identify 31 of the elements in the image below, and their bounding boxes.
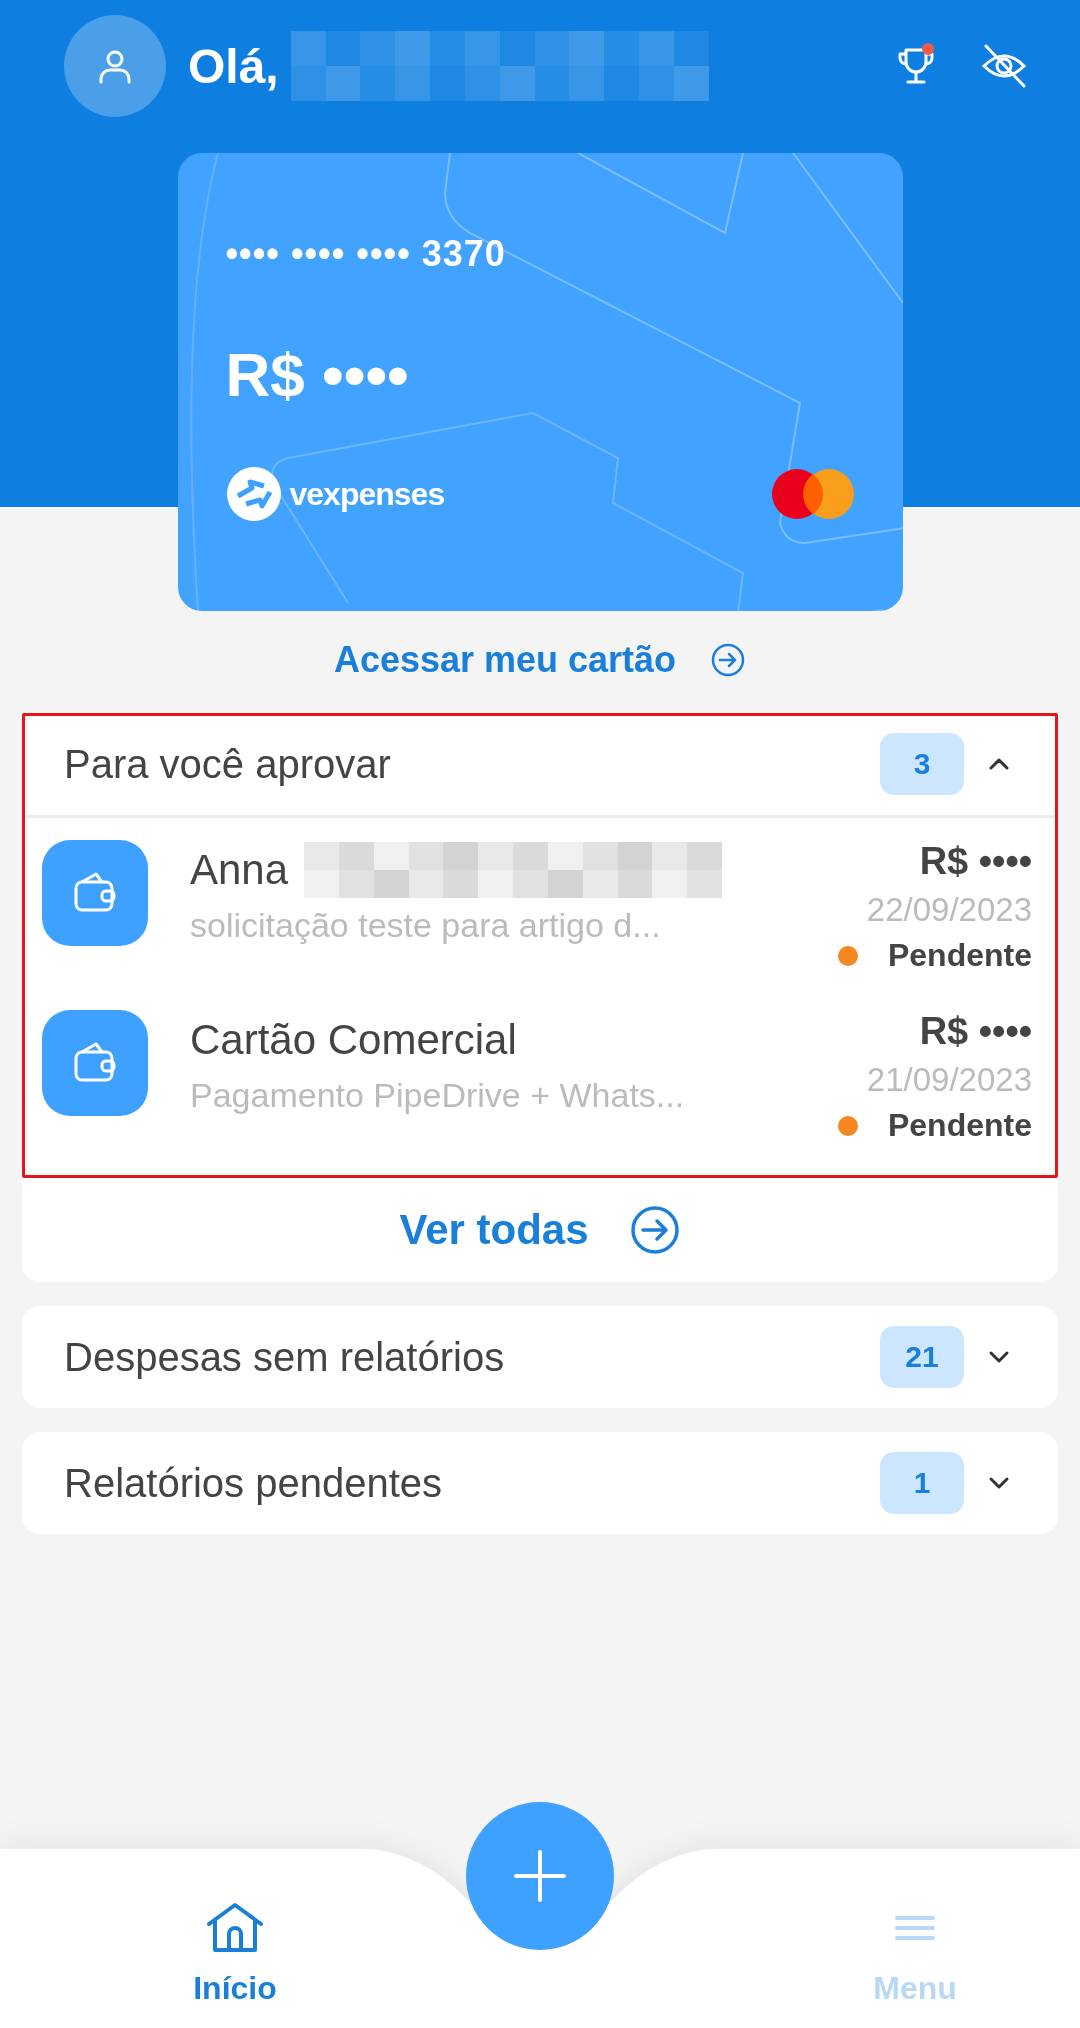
- status-text: Pendente: [887, 937, 1032, 974]
- card-network-icon: [770, 468, 855, 520]
- section-header[interactable]: Para você aprovar 3: [22, 713, 1058, 815]
- count-badge: 1: [880, 1452, 964, 1514]
- item-amount: R$ ••••: [919, 840, 1032, 883]
- brand-name: vexpenses: [289, 475, 445, 513]
- approval-item[interactable]: Anna solicitação teste para artigo d... R$ •••• 22/09/2023 Pendente: [22, 818, 1058, 988]
- wallet-icon: [42, 1010, 148, 1116]
- greeting-text: Olá,: [188, 38, 279, 94]
- logo-icon: [225, 466, 282, 522]
- approval-item[interactable]: Cartão Comercial Pagamento PipeDrive + Whats... R$ •••• 21/09/2023 Pendente: [22, 988, 1058, 1178]
- count-badge: 3: [880, 733, 964, 795]
- requester-name: Anna: [190, 846, 289, 894]
- wallet-icon: [42, 840, 148, 946]
- section-header[interactable]: Despesas sem relatórios 21: [22, 1306, 1058, 1408]
- card-link[interactable]: Acessar meu cartão: [333, 639, 747, 681]
- status-text: Pendente: [887, 1107, 1032, 1144]
- arrow-circle-icon: [628, 1204, 681, 1256]
- count-badge: 21: [880, 1326, 964, 1388]
- item-description: solicitação teste para artigo d...: [190, 906, 662, 945]
- nav-tab[interactable]: Início: [150, 1899, 320, 2008]
- item-date: 21/09/2023: [866, 1061, 1032, 1099]
- card-number: •••• •••• •••• 3370: [225, 233, 507, 275]
- requester-name: Cartão Comercial: [190, 1016, 517, 1064]
- see-all-link[interactable]: Ver todas: [399, 1178, 681, 1282]
- item-date: 22/09/2023: [866, 891, 1032, 929]
- item-description: Pagamento PipeDrive + Whats...: [190, 1076, 686, 1115]
- arrow-circle-icon: [710, 642, 747, 678]
- section-header[interactable]: Relatórios pendentes 1: [22, 1432, 1058, 1534]
- card-balance: R$ ••••: [225, 339, 410, 410]
- item-amount: R$ ••••: [919, 1010, 1032, 1053]
